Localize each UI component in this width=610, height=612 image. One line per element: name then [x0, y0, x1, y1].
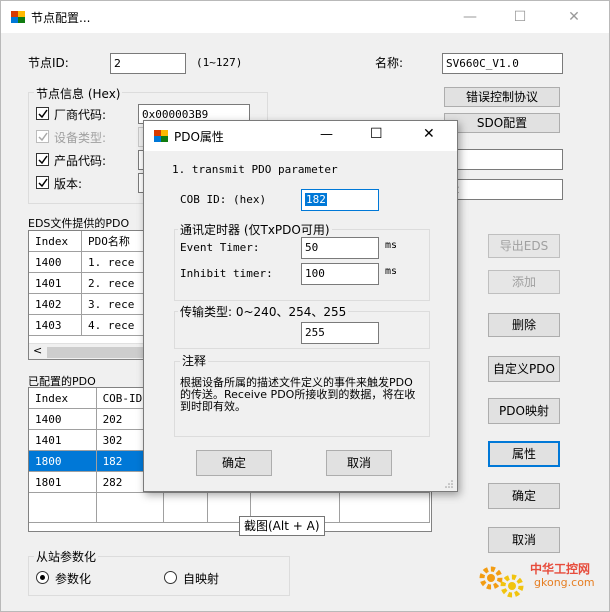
param-radio-label: 参数化	[55, 572, 92, 586]
gkong-watermark: 中华工控网 gkong.com	[476, 556, 606, 608]
check-icon	[38, 132, 48, 142]
cob-id-input[interactable]: 182	[301, 189, 379, 211]
cell-index: 1401	[29, 429, 97, 451]
export-eds-button[interactable]: 导出EDS	[488, 234, 560, 258]
eds-pdo-table: Index PDO名称 1400 1. rece 1401 2. rece 1402…	[29, 231, 146, 336]
sdo-config-button[interactable]: SDO配置	[444, 113, 560, 133]
cob-id-label: COB ID: (hex)	[180, 193, 267, 206]
note-group-title: 注释	[180, 352, 209, 369]
scroll-left-icon[interactable]: <	[33, 344, 42, 357]
cell-index: 1400	[29, 251, 83, 273]
name-label: 名称:	[375, 56, 404, 70]
check-icon	[38, 109, 48, 119]
cell-index: 1800	[29, 450, 97, 472]
gear-icon	[479, 566, 524, 598]
cob-id-selected-text: 182	[305, 193, 327, 206]
cell-index: 1402	[29, 293, 83, 315]
node-id-input[interactable]: 2	[110, 53, 186, 74]
cell-index: 1401	[29, 272, 83, 294]
product-checkbox[interactable]	[36, 153, 49, 166]
add-button[interactable]: 添加	[488, 270, 560, 294]
cell-name: 4. rece	[81, 314, 146, 336]
pdo-map-button[interactable]: PDO映射	[488, 398, 560, 424]
param-radio[interactable]	[36, 571, 49, 584]
cell-index: 1400	[29, 408, 97, 430]
trans-type-input[interactable]: 255	[301, 322, 379, 344]
selfmap-radio[interactable]	[164, 571, 177, 584]
dialog-close-button[interactable]: ✕	[423, 126, 435, 142]
table-row[interactable]: 1402 3. rece	[29, 293, 146, 315]
watermark-text-en: gkong.com	[534, 576, 595, 589]
trans-type-title: 传输类型: 0~240、254、255	[178, 303, 349, 320]
inhibit-timer-unit: ms	[385, 266, 398, 277]
custom-pdo-button[interactable]: 自定义PDO	[488, 356, 560, 382]
pdo-properties-dialog: PDO属性 — ☐ ✕ 1. transmit PDO parameter CO…	[143, 120, 458, 492]
ok-button[interactable]: 确定	[488, 483, 560, 509]
product-code-field[interactable]: 2	[442, 149, 563, 170]
name-input[interactable]: SV660C_V1.0	[442, 53, 563, 74]
event-timer-label: Event Timer:	[180, 241, 260, 254]
eds-pdo-header: Index PDO名称	[29, 231, 146, 252]
cell-name: 3. rece	[81, 293, 146, 315]
window-title: 节点配置...	[31, 11, 91, 25]
table-row[interactable]	[29, 492, 431, 523]
event-timer-input[interactable]: 50	[301, 237, 379, 259]
table-row[interactable]: 1400 1. rece	[29, 251, 146, 273]
dialog-cancel-button[interactable]: 取消	[326, 450, 392, 476]
cell-name: 1. rece	[81, 251, 146, 273]
col-index: Index	[29, 231, 83, 252]
eds-pdo-title: EDS文件提供的PDO	[28, 217, 130, 230]
table-row[interactable]: 1401 2. rece	[29, 272, 146, 294]
horizontal-scrollbar[interactable]: <	[29, 343, 147, 359]
inhibit-timer-label: Inhibit timer:	[180, 267, 273, 280]
slave-param-title: 从站参数化	[34, 548, 99, 565]
product-label: 产品代码:	[54, 154, 107, 168]
vendor-label: 厂商代码:	[54, 108, 107, 122]
dialog-minimize-button[interactable]: —	[320, 127, 333, 142]
scrollbar-thumb[interactable]	[47, 347, 147, 358]
properties-button[interactable]: 属性	[488, 441, 560, 467]
cancel-button[interactable]: 取消	[488, 527, 560, 553]
dialog-app-icon	[154, 130, 168, 142]
dialog-title: PDO属性	[174, 130, 224, 144]
screenshot-tooltip: 截图(Alt + A)	[239, 516, 325, 536]
vendor-checkbox[interactable]	[36, 107, 49, 120]
note-text: 根据设备所属的描述文件定义的事件来触发PDO的传送。Receive PDO所接收…	[180, 376, 416, 413]
resize-grip-icon[interactable]	[444, 479, 454, 489]
cell-index: 1801	[29, 471, 97, 493]
error-control-button[interactable]: 错误控制协议	[444, 87, 560, 107]
minimize-button[interactable]: —	[447, 3, 493, 31]
cell-index: 1403	[29, 314, 83, 336]
version-field[interactable]: 02	[442, 179, 563, 200]
node-info-title: 节点信息 (Hex)	[34, 85, 123, 102]
dialog-title-bar[interactable]: PDO属性 — ☐ ✕	[144, 121, 457, 151]
dialog-heading: 1. transmit PDO parameter	[172, 163, 338, 176]
delete-button[interactable]: 删除	[488, 313, 560, 337]
devtype-label: 设备类型:	[54, 131, 107, 145]
cell-name: 2. rece	[81, 272, 146, 294]
app-icon	[11, 11, 25, 23]
inhibit-timer-input[interactable]: 100	[301, 263, 379, 285]
node-id-label: 节点ID:	[28, 56, 69, 70]
radio-dot	[40, 575, 45, 580]
dialog-maximize-button[interactable]: ☐	[370, 126, 383, 142]
version-checkbox[interactable]	[36, 176, 49, 189]
timer-group-title: 通讯定时器 (仅TxPDO可用)	[178, 221, 332, 238]
check-icon	[38, 155, 48, 165]
event-timer-unit: ms	[385, 240, 398, 251]
version-label: 版本:	[54, 177, 83, 191]
col-pdo-name: PDO名称	[81, 231, 146, 252]
col-index: Index	[29, 388, 97, 409]
table-row[interactable]: 1403 4. rece	[29, 314, 146, 336]
watermark-text-cn: 中华工控网	[530, 562, 591, 576]
close-button[interactable]: ✕	[551, 3, 597, 31]
dialog-ok-button[interactable]: 确定	[196, 450, 272, 476]
maximize-button[interactable]: ☐	[497, 3, 543, 31]
node-id-range: (1~127)	[196, 56, 243, 69]
title-bar[interactable]: 节点配置... — ☐ ✕	[1, 1, 609, 33]
selfmap-radio-label: 自映射	[183, 572, 220, 586]
check-icon	[38, 178, 48, 188]
eds-pdo-list[interactable]: Index PDO名称 1400 1. rece 1401 2. rece 1402…	[28, 230, 148, 360]
devtype-checkbox[interactable]	[36, 130, 49, 143]
